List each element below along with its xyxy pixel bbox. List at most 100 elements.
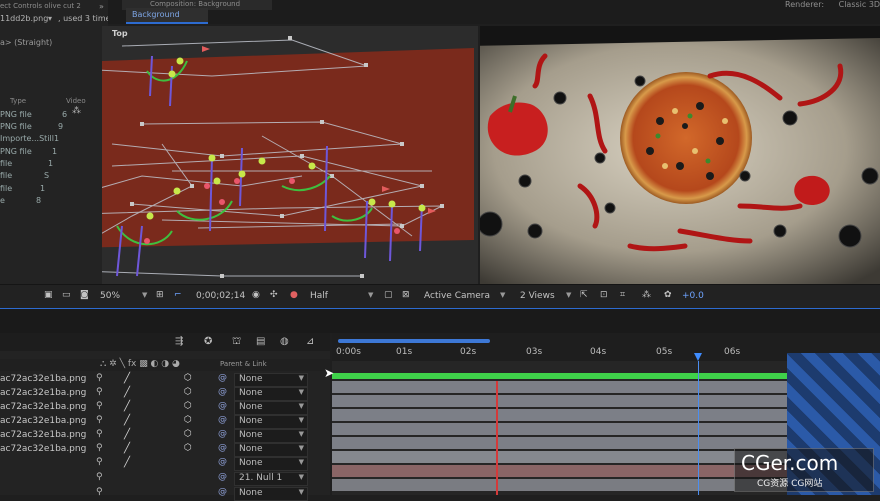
parent-select[interactable]: None ▼	[234, 457, 308, 471]
pick-whip-icon[interactable]: @	[218, 387, 227, 397]
camera-view-canvas[interactable]	[480, 26, 880, 284]
table-row[interactable]: ac72ac32e1ba.png ⚲ ╱ ⬡ @ None ▼	[0, 387, 330, 401]
table-row[interactable]: ac72ac32e1ba.png ⚲ ╱ ⬡ @ None ▼	[0, 429, 330, 443]
pick-whip-icon[interactable]: @	[218, 373, 227, 383]
pick-whip-icon[interactable]: @	[218, 487, 227, 497]
quality-switch-icon[interactable]: ╱	[124, 429, 130, 440]
viewer-active-camera[interactable]	[480, 26, 880, 284]
resolution-select[interactable]: Half	[310, 291, 328, 301]
layer-duration-bar[interactable]	[332, 479, 787, 491]
tab-background[interactable]: Background	[126, 8, 208, 24]
parent-select[interactable]: None ▼	[234, 429, 308, 443]
column-type[interactable]: Type	[10, 97, 26, 105]
puppet-icon[interactable]: ⚲	[96, 429, 103, 439]
fast-preview-icon[interactable]: ⇱	[580, 290, 588, 300]
layer-duration-bar[interactable]	[332, 451, 787, 463]
parent-select[interactable]: None ▼	[234, 443, 308, 457]
quality-switch-icon[interactable]: ╱	[124, 457, 130, 468]
shy-icon[interactable]: ⛫	[232, 336, 241, 349]
pick-whip-icon[interactable]: @	[218, 472, 227, 482]
viewer-top[interactable]: Top	[102, 26, 478, 284]
list-item[interactable]: e	[0, 196, 5, 205]
puppet-icon[interactable]: ⚲	[96, 472, 103, 482]
puppet-icon[interactable]: ⚲	[96, 387, 103, 397]
transparency-grid-icon[interactable]: ⊠	[402, 290, 410, 300]
table-row[interactable]: ⚲ ╱ @ None ▼	[0, 457, 330, 471]
layer-duration-bar[interactable]	[332, 395, 787, 407]
roi-icon[interactable]: ▢	[384, 290, 393, 300]
puppet-icon[interactable]: ⚲	[96, 373, 103, 383]
table-row[interactable]: ac72ac32e1ba.png ⚲ ╱ ⬡ @ None ▼	[0, 401, 330, 415]
graph-editor-icon[interactable]: ⊿	[306, 336, 314, 347]
pick-whip-icon[interactable]: @	[218, 429, 227, 439]
layer-duration-bar[interactable]	[332, 409, 787, 421]
pick-whip-icon[interactable]: @	[218, 457, 227, 467]
puppet-icon[interactable]: ⚲	[96, 401, 103, 411]
table-row[interactable]: ac72ac32e1ba.png ⚲ ╱ ⬡ @ None ▼	[0, 415, 330, 429]
flowchart-icon[interactable]: ⌗	[620, 290, 625, 300]
display-icon[interactable]: ▭	[62, 290, 71, 300]
network-icon[interactable]: ⁂	[642, 290, 651, 300]
chevron-down-icon[interactable]: ▼	[142, 291, 147, 299]
top-view-canvas[interactable]: Top	[102, 26, 478, 284]
table-row[interactable]: ⚲ @ 21. Null 1 ▼	[0, 472, 330, 486]
exposure-value[interactable]: +0.0	[682, 291, 704, 301]
color-channel-icon[interactable]: ●	[290, 290, 298, 300]
quality-switch-icon[interactable]: ╱	[124, 387, 130, 398]
chevron-down-icon[interactable]: ▼	[566, 291, 571, 299]
puppet-icon[interactable]: ⚲	[96, 487, 103, 497]
3d-layer-icon[interactable]: ⬡	[184, 429, 192, 439]
list-item[interactable]: PNG file	[0, 110, 32, 119]
pick-whip-icon[interactable]: @	[218, 443, 227, 453]
frame-blend-icon[interactable]: ▤	[256, 336, 265, 347]
parent-select[interactable]: None ▼	[234, 373, 308, 387]
pick-whip-icon[interactable]: @	[218, 415, 227, 425]
work-area-bar[interactable]	[338, 339, 490, 343]
camera-view-select[interactable]: Active Camera	[424, 291, 490, 301]
3d-layer-icon[interactable]: ⬡	[184, 373, 192, 383]
table-row[interactable]: ⚲ @ None ▼	[0, 487, 330, 501]
chevron-down-icon[interactable]: ▼	[368, 291, 373, 299]
table-row[interactable]: ac72ac32e1ba.png ⚲ ╱ ⬡ @ None ▼	[0, 373, 330, 387]
list-item[interactable]: file	[0, 159, 12, 168]
quality-switch-icon[interactable]: ╱	[124, 401, 130, 412]
layer-duration-bar[interactable]	[332, 437, 787, 449]
project-item-name[interactable]: 11dd2b.png	[0, 14, 48, 23]
network-icon[interactable]: ⁂	[72, 106, 81, 116]
renderer-info[interactable]: Renderer: Classic 3D	[785, 0, 880, 9]
3d-layer-icon[interactable]: ⬡	[184, 443, 192, 453]
draft-3d-icon[interactable]: ✪	[204, 336, 212, 347]
pick-whip-icon[interactable]: @	[218, 401, 227, 411]
list-item[interactable]: PNG file	[0, 147, 32, 156]
chevron-down-icon[interactable]: ▼	[500, 291, 505, 299]
quality-switch-icon[interactable]: ╱	[124, 415, 130, 426]
dropdown-arrow-icon[interactable]: ▾	[48, 14, 52, 23]
puppet-icon[interactable]: ⚲	[96, 443, 103, 453]
timeline-icon[interactable]: ⊡	[600, 290, 608, 300]
motion-blur-icon[interactable]: ◍	[280, 336, 289, 347]
view-mask-icon[interactable]: ◙	[80, 290, 89, 300]
camera-icon[interactable]: ◉	[252, 290, 260, 300]
layer-duration-bar[interactable]	[332, 381, 787, 393]
parent-select[interactable]: 21. Null 1 ▼	[234, 472, 308, 486]
parent-select[interactable]: None ▼	[234, 387, 308, 401]
column-parent-link[interactable]: Parent & Link	[220, 360, 267, 368]
puppet-icon[interactable]: ⚲	[96, 457, 103, 467]
list-item[interactable]: Importe...Still	[0, 134, 54, 143]
3d-layer-icon[interactable]: ⬡	[184, 387, 192, 397]
comp-flowchart-icon[interactable]: ⇶	[175, 336, 183, 347]
list-item[interactable]: PNG file	[0, 122, 32, 131]
quality-switch-icon[interactable]: ╱	[124, 443, 130, 454]
3d-layer-icon[interactable]: ⬡	[184, 415, 192, 425]
snapshot-icon[interactable]: ✣	[270, 290, 278, 300]
zoom-select[interactable]: 50%	[100, 291, 120, 301]
views-layout-select[interactable]: 2 Views	[520, 291, 555, 301]
layer-duration-bar[interactable]	[332, 465, 787, 477]
exposure-reset-icon[interactable]: ✿	[664, 290, 672, 300]
parent-select[interactable]: None ▼	[234, 487, 308, 501]
list-item[interactable]: file	[0, 184, 12, 193]
table-row[interactable]: ac72ac32e1ba.png ⚲ ╱ ⬡ @ None ▼	[0, 443, 330, 457]
playhead-line[interactable]	[496, 381, 498, 495]
column-video[interactable]: Video	[66, 97, 86, 105]
grid-icon[interactable]: ⊞	[156, 290, 164, 300]
